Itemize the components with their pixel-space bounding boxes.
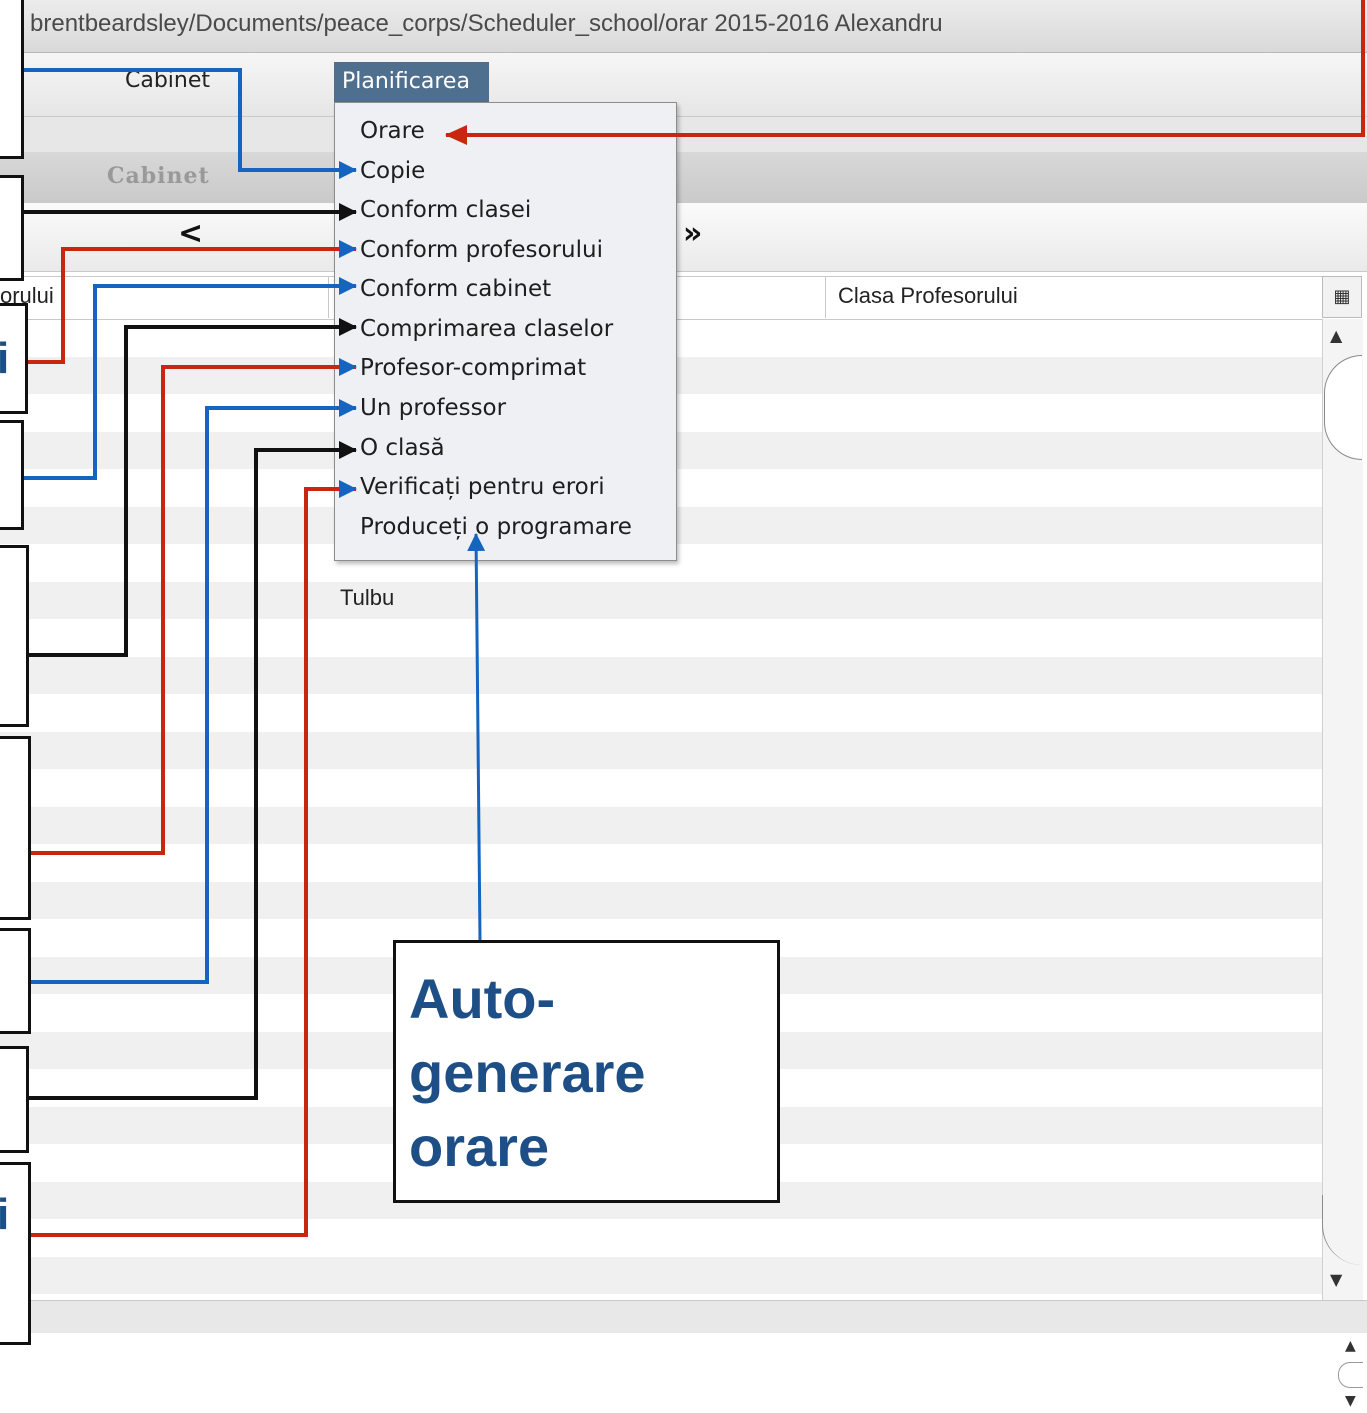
arrow-conform-profesorului — [28, 240, 357, 364]
arrow-verificati — [31, 480, 357, 1237]
arrow-orare — [445, 0, 1365, 145]
arrow-copie — [24, 68, 357, 179]
annotation-arrows — [24, 0, 1365, 1237]
arrow-produceti — [467, 533, 486, 941]
